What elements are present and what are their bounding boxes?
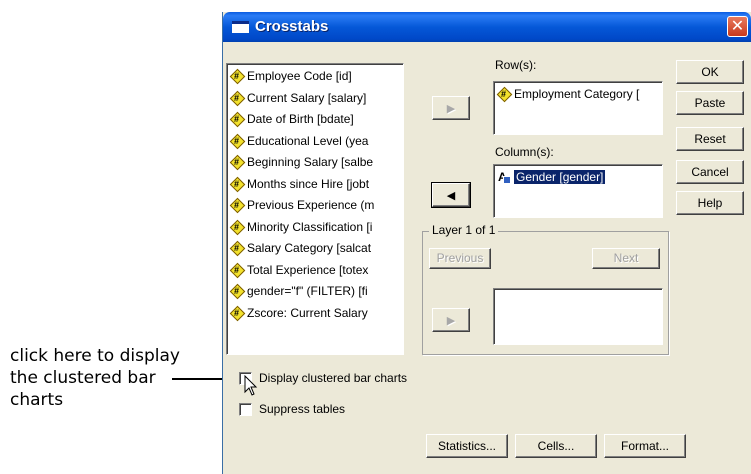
paste-button[interactable]: Paste	[676, 91, 744, 115]
source-variable-list[interactable]: Employee Code [id] Current Salary [salar…	[226, 63, 404, 355]
annotation-text: click here to display the clustered bar …	[10, 345, 190, 411]
variable-label: Total Experience [totex	[247, 262, 369, 277]
rows-list[interactable]: Employment Category [	[493, 81, 663, 135]
list-item[interactable]: Months since Hire [jobt	[227, 174, 403, 196]
previous-layer-button[interactable]: Previous	[429, 248, 491, 269]
numeric-variable-icon	[231, 281, 243, 303]
clustered-bar-label[interactable]: Display clustered bar charts	[259, 371, 407, 385]
list-item[interactable]: Employee Code [id]	[227, 66, 403, 88]
left-arrow-icon: ◀	[446, 190, 456, 202]
list-item[interactable]: Date of Birth [bdate]	[227, 109, 403, 131]
column-variable-label: Gender [gender]	[512, 169, 607, 185]
suppress-tables-checkbox[interactable]	[239, 403, 252, 416]
variable-label: Months since Hire [jobt	[247, 176, 370, 191]
variable-label: Current Salary [salary]	[247, 90, 367, 105]
row-variable-label: Employment Category [	[514, 87, 640, 101]
cells-button[interactable]: Cells...	[515, 434, 597, 458]
list-item[interactable]: gender="f" (FILTER) [fi	[227, 281, 403, 303]
variable-label: Employee Code [id]	[247, 69, 352, 83]
suppress-tables-label[interactable]: Suppress tables	[259, 402, 345, 416]
cancel-button[interactable]: Cancel	[676, 160, 744, 184]
numeric-variable-icon	[231, 66, 243, 88]
variable-label: gender="f" (FILTER) [fi	[247, 284, 368, 298]
variable-label: Zscore: Current Salary	[247, 305, 368, 320]
annotation-line-2: the clustered bar	[10, 368, 156, 388]
variable-label: Educational Level (yea	[247, 133, 369, 148]
right-arrow-icon: ▶	[446, 315, 456, 327]
variable-label: Salary Category [salcat	[247, 241, 372, 255]
numeric-variable-icon	[231, 88, 243, 110]
window-icon	[232, 21, 249, 33]
move-from-columns-button[interactable]: ◀	[431, 182, 471, 208]
variable-label: Date of Birth [bdate]	[247, 112, 354, 126]
variable-label: Beginning Salary [salbe	[247, 155, 374, 169]
list-item[interactable]: Previous Experience (m	[227, 195, 403, 217]
list-item[interactable]: Employment Category [	[494, 84, 662, 106]
layer-list[interactable]	[493, 288, 663, 345]
list-item[interactable]: Gender [gender]	[494, 167, 662, 189]
numeric-variable-icon	[231, 195, 243, 217]
variable-list-items: Employee Code [id] Current Salary [salar…	[227, 64, 403, 324]
move-to-rows-button[interactable]: ▶	[432, 96, 470, 120]
annotation-line-3: charts	[10, 390, 64, 410]
numeric-variable-icon	[231, 131, 243, 153]
move-to-layer-button[interactable]: ▶	[432, 308, 470, 332]
nominal-variable-icon	[498, 167, 511, 189]
numeric-variable-icon	[231, 109, 243, 131]
close-button[interactable]: ✕	[727, 16, 748, 37]
list-item[interactable]: Minority Classification [i	[227, 217, 403, 239]
numeric-variable-icon	[231, 152, 243, 174]
variable-label: Minority Classification [i	[247, 219, 373, 234]
variable-label: Previous Experience (m	[247, 198, 375, 212]
numeric-variable-icon	[231, 260, 243, 282]
numeric-variable-icon	[498, 84, 510, 106]
list-item[interactable]: Salary Category [salcat	[227, 238, 403, 260]
crosstabs-dialog: Crosstabs ✕ Employee Code [id] Current S…	[222, 12, 751, 474]
list-item[interactable]: Total Experience [totex	[227, 260, 403, 282]
reset-button[interactable]: Reset	[676, 127, 744, 151]
title-bar[interactable]: Crosstabs ✕	[223, 12, 751, 42]
window-title: Crosstabs	[255, 18, 329, 35]
numeric-variable-icon	[231, 217, 243, 239]
numeric-variable-icon	[231, 238, 243, 260]
next-layer-button[interactable]: Next	[592, 248, 660, 269]
numeric-variable-icon	[231, 303, 243, 325]
columns-label: Column(s):	[495, 145, 554, 159]
annotation-line-1: click here to display	[10, 346, 180, 366]
list-item[interactable]: Beginning Salary [salbe	[227, 152, 403, 174]
mouse-cursor-icon	[244, 375, 258, 396]
help-button[interactable]: Help	[676, 191, 744, 215]
list-item[interactable]: Current Salary [salary]	[227, 88, 403, 110]
ok-button[interactable]: OK	[676, 60, 744, 84]
statistics-button[interactable]: Statistics...	[426, 434, 508, 458]
rows-label: Row(s):	[495, 58, 537, 72]
layer-title: Layer 1 of 1	[429, 223, 499, 237]
columns-list[interactable]: Gender [gender]	[493, 164, 663, 218]
right-arrow-icon: ▶	[446, 103, 456, 115]
list-item[interactable]: Zscore: Current Salary	[227, 303, 403, 325]
format-button[interactable]: Format...	[604, 434, 686, 458]
numeric-variable-icon	[231, 174, 243, 196]
list-item[interactable]: Educational Level (yea	[227, 131, 403, 153]
